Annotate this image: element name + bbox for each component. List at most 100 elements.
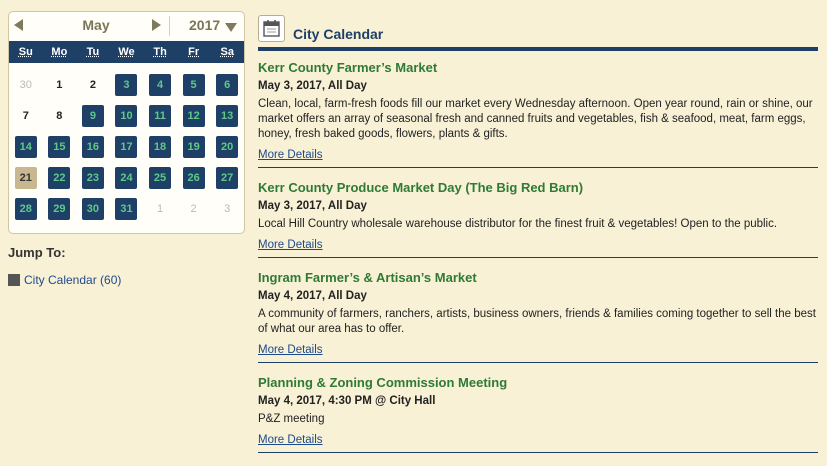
calendar-day: 8 bbox=[56, 109, 63, 122]
calendar-day-cell: 21 bbox=[9, 162, 43, 193]
prev-month-icon[interactable] bbox=[14, 19, 23, 31]
calendar-day-cell: 29 bbox=[43, 193, 77, 224]
calendar-day-cell: 13 bbox=[210, 100, 244, 131]
calendar-day: 2 bbox=[190, 202, 197, 215]
calendar-day-cell: 22 bbox=[43, 162, 77, 193]
city-calendar-link[interactable]: City Calendar (60) bbox=[24, 273, 121, 287]
weekday-label: Sa bbox=[220, 46, 234, 58]
event-title[interactable]: Kerr County Farmer’s Market bbox=[258, 59, 818, 77]
calendar-day[interactable]: 3 bbox=[115, 73, 138, 96]
calendar-day: 1 bbox=[56, 78, 63, 91]
calendar-days-grid: 30 1 2 3 4 5 6 7 8 9 10 11 12 13 14 15 16 17 18 19 20 21 22 23 2… bbox=[9, 69, 244, 224]
calendar-day-cell: 19 bbox=[177, 131, 211, 162]
calendar-day[interactable]: 17 bbox=[115, 135, 138, 158]
title-divider bbox=[258, 47, 818, 51]
event-item: Ingram Farmer’s & Artisan’s Market May 4… bbox=[258, 269, 818, 363]
weekday-label: Fr bbox=[188, 46, 200, 58]
event-description: P&Z meeting bbox=[258, 413, 325, 425]
calendar-day: 3 bbox=[224, 202, 231, 215]
calendar-day[interactable]: 4 bbox=[149, 73, 172, 96]
calendar-day: 30 bbox=[19, 78, 32, 91]
calendar-day-cell: 28 bbox=[9, 193, 43, 224]
calendar-year[interactable]: 2017 bbox=[189, 17, 220, 33]
calendar-day[interactable]: 9 bbox=[81, 104, 104, 127]
calendar-day[interactable]: 12 bbox=[182, 104, 205, 127]
event-date: May 3, 2017, All Day bbox=[258, 200, 367, 212]
more-details-link[interactable]: More Details bbox=[258, 146, 323, 164]
calendar-day-cell: 2 bbox=[76, 69, 110, 100]
event-description: Clean, local, farm-fresh foods fill our … bbox=[258, 98, 813, 140]
calendar-day[interactable]: 15 bbox=[48, 135, 71, 158]
calendar-day-cell: 14 bbox=[9, 131, 43, 162]
event-item: Planning & Zoning Commission Meeting May… bbox=[258, 374, 818, 453]
calendar-day-cell: 1 bbox=[143, 193, 177, 224]
calendar-day-cell: 3 bbox=[110, 69, 144, 100]
square-icon bbox=[8, 274, 20, 286]
event-list: Kerr County Farmer’s Market May 3, 2017,… bbox=[258, 59, 818, 464]
calendar-day[interactable]: 25 bbox=[149, 166, 172, 189]
calendar-day-cell: 18 bbox=[143, 131, 177, 162]
event-description: A community of farmers, ranchers, artist… bbox=[258, 308, 816, 335]
next-month-icon[interactable] bbox=[152, 19, 161, 31]
calendar-day[interactable]: 13 bbox=[216, 104, 239, 127]
calendar-day[interactable]: 22 bbox=[48, 166, 71, 189]
calendar-day-cell: 7 bbox=[9, 100, 43, 131]
calendar-day[interactable]: 26 bbox=[182, 166, 205, 189]
calendar-day[interactable]: 29 bbox=[48, 197, 71, 220]
calendar-day-cell: 24 bbox=[110, 162, 144, 193]
calendar-day[interactable]: 27 bbox=[216, 166, 239, 189]
calendar-day-cell: 30 bbox=[9, 69, 43, 100]
more-details-link[interactable]: More Details bbox=[258, 236, 323, 254]
calendar-day-cell: 16 bbox=[76, 131, 110, 162]
calendar-day[interactable]: 16 bbox=[81, 135, 104, 158]
calendar-day-cell: 15 bbox=[43, 131, 77, 162]
calendar-day-cell: 2 bbox=[177, 193, 211, 224]
event-date: May 3, 2017, All Day bbox=[258, 80, 367, 92]
calendar-day[interactable]: 30 bbox=[81, 197, 104, 220]
calendar-day[interactable]: 20 bbox=[216, 135, 239, 158]
calendar-month[interactable]: May bbox=[61, 17, 131, 33]
calendar-day-cell: 31 bbox=[110, 193, 144, 224]
calendar-day[interactable]: 28 bbox=[14, 197, 37, 220]
calendar-header: May 2017 bbox=[9, 12, 244, 40]
calendar-day-cell: 27 bbox=[210, 162, 244, 193]
weekday-label: Tu bbox=[86, 46, 100, 58]
calendar-day[interactable]: 11 bbox=[149, 104, 172, 127]
event-item: Kerr County Produce Market Day (The Big … bbox=[258, 179, 818, 258]
calendar-day-cell: 11 bbox=[143, 100, 177, 131]
calendar-day[interactable]: 19 bbox=[182, 135, 205, 158]
calendar-day[interactable]: 14 bbox=[14, 135, 37, 158]
calendar-day-cell: 5 bbox=[177, 69, 211, 100]
calendar-day[interactable]: 6 bbox=[216, 73, 239, 96]
calendar-day[interactable]: 10 bbox=[115, 104, 138, 127]
weekday-label: We bbox=[118, 46, 135, 58]
calendar-day-cell: 1 bbox=[43, 69, 77, 100]
calendar-day[interactable]: 5 bbox=[182, 73, 205, 96]
event-title[interactable]: Ingram Farmer’s & Artisan’s Market bbox=[258, 269, 818, 287]
calendar-day-cell: 9 bbox=[76, 100, 110, 131]
calendar-day[interactable]: 31 bbox=[115, 197, 138, 220]
calendar-day[interactable]: 24 bbox=[115, 166, 138, 189]
calendar-day[interactable]: 21 bbox=[14, 166, 37, 189]
weekday-header: Su Mo Tu We Th Fr Sa bbox=[9, 41, 244, 63]
jump-to-label: Jump To: bbox=[8, 245, 66, 260]
calendar-day-cell: 23 bbox=[76, 162, 110, 193]
more-details-link[interactable]: More Details bbox=[258, 341, 323, 359]
weekday-label: Su bbox=[18, 46, 33, 58]
calendar-day[interactable]: 23 bbox=[81, 166, 104, 189]
weekday-label: Mo bbox=[51, 46, 68, 58]
event-title[interactable]: Planning & Zoning Commission Meeting bbox=[258, 374, 818, 392]
weekday-label: Th bbox=[153, 46, 167, 58]
calendar-day-cell: 25 bbox=[143, 162, 177, 193]
more-details-link[interactable]: More Details bbox=[258, 431, 323, 449]
calendar-day[interactable]: 18 bbox=[149, 135, 172, 158]
mini-calendar: May 2017 Su Mo Tu We Th Fr Sa 30 1 2 3 4 5 6 7 8… bbox=[8, 11, 245, 234]
jump-to-item[interactable]: City Calendar (60) bbox=[8, 273, 121, 287]
calendar-day-cell: 12 bbox=[177, 100, 211, 131]
calendar-day-cell: 26 bbox=[177, 162, 211, 193]
event-date: May 4, 2017, All Day bbox=[258, 290, 367, 302]
event-title[interactable]: Kerr County Produce Market Day (The Big … bbox=[258, 179, 818, 197]
calendar-day-cell: 17 bbox=[110, 131, 144, 162]
year-dropdown-icon[interactable] bbox=[225, 23, 237, 32]
calendar-day-cell: 6 bbox=[210, 69, 244, 100]
